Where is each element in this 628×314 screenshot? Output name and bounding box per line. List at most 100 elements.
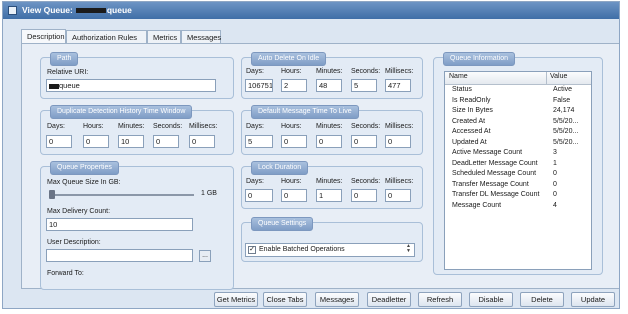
dup-seconds-field[interactable]: 0 (153, 135, 179, 148)
ttl-days-field[interactable]: 5 (245, 135, 273, 148)
column-header-value[interactable]: Value (550, 73, 567, 80)
info-value: Active (553, 86, 573, 93)
user-description-field[interactable] (46, 249, 193, 262)
max-delivery-count-field[interactable]: 10 (46, 218, 193, 231)
list-item[interactable]: Created At 5/5/20... (445, 117, 591, 128)
default-ttl-group: Default Message Time To Live Days: Hours… (241, 105, 423, 155)
auto-delete-millisecs-label: Millisecs: (385, 68, 414, 75)
auto-delete-days-field[interactable]: 10675199 (245, 79, 273, 92)
lock-millisecs-field[interactable]: 0 (385, 189, 411, 202)
max-queue-size-value: 1 GB (201, 190, 217, 197)
info-value: 0 (553, 180, 557, 188)
info-value: 5/5/20... (553, 138, 579, 146)
auto-delete-days-label: Days: (246, 68, 264, 75)
info-name: Size In Bytes (452, 107, 493, 114)
disable-button[interactable]: Disable (469, 292, 513, 307)
title-bar: View Queue: queue (3, 2, 619, 19)
dup-hours-label: Hours: (83, 123, 104, 130)
max-queue-size-slider-thumb[interactable] (49, 190, 55, 199)
queue-settings-legend: Queue Settings (251, 217, 314, 231)
max-queue-size-label: Max Queue Size In GB: (47, 179, 121, 186)
tab-metrics[interactable]: Metrics (147, 30, 181, 43)
dup-seconds-label: Seconds: (153, 123, 183, 130)
lock-hours-field[interactable]: 0 (281, 189, 307, 202)
auto-delete-minutes-label: Minutes: (316, 68, 343, 75)
auto-delete-seconds-label: Seconds: (351, 68, 381, 75)
queue-information-list[interactable]: Name Value Status Active Is ReadOnly False… (444, 71, 592, 270)
get-metrics-button[interactable]: Get Metrics (214, 292, 258, 307)
messages-button[interactable]: Messages (315, 292, 359, 307)
user-description-browse-button[interactable]: ... (199, 250, 211, 262)
info-name: Accessed At (452, 128, 491, 135)
deadletter-button[interactable]: Deadletter (367, 292, 411, 307)
dup-days-label: Days: (47, 123, 65, 130)
queue-window-icon (8, 6, 17, 15)
list-item[interactable]: Is ReadOnly False (445, 96, 591, 107)
update-button[interactable]: Update (571, 292, 615, 307)
duplicate-detection-group: Duplicate Detection History Time Window … (40, 105, 234, 155)
enable-batched-operations-label: Enable Batched Operations (259, 246, 345, 253)
window-title-suffix: queue (106, 5, 132, 15)
auto-delete-hours-field[interactable]: 2 (281, 79, 307, 92)
info-value: 1 (553, 159, 557, 167)
delete-button[interactable]: Delete (520, 292, 564, 307)
ttl-millisecs-field[interactable]: 0 (385, 135, 411, 148)
info-name: Scheduled Message Count (452, 170, 537, 177)
close-tabs-button[interactable]: Close Tabs (263, 292, 307, 307)
column-divider[interactable] (546, 72, 547, 84)
list-item[interactable]: Size In Bytes 24,174 (445, 106, 591, 117)
info-name: Updated At (452, 138, 487, 146)
list-item[interactable]: DeadLetter Message Count 1 (445, 159, 591, 170)
list-item[interactable]: Scheduled Message Count 0 (445, 169, 591, 180)
lock-days-label: Days: (246, 178, 264, 185)
refresh-button[interactable]: Refresh (418, 292, 462, 307)
ttl-hours-label: Hours: (281, 123, 302, 130)
auto-delete-minutes-field[interactable]: 48 (316, 79, 342, 92)
queue-information-group: Queue Information Name Value Status Activ… (433, 52, 603, 275)
info-name: Created At (452, 117, 486, 125)
queue-properties-group: Queue Properties Max Queue Size In GB: 1… (40, 161, 234, 290)
info-name: Active Message Count (452, 149, 523, 156)
info-value: False (553, 96, 571, 104)
tab-authorization-rules[interactable]: Authorization Rules (66, 30, 147, 43)
info-name: Message Count (452, 201, 502, 209)
auto-delete-hours-label: Hours: (281, 68, 302, 75)
max-queue-size-slider[interactable] (49, 194, 194, 196)
lock-duration-group: Lock Duration Days: Hours: Minutes: Seco… (241, 161, 423, 209)
list-item[interactable]: Status Active (445, 85, 591, 96)
dup-days-field[interactable]: 0 (46, 135, 72, 148)
auto-delete-millisecs-field[interactable]: 477 (385, 79, 411, 92)
relative-uri-field[interactable]: queue (46, 79, 216, 92)
list-item[interactable]: Message Count 4 (445, 201, 591, 212)
list-item[interactable]: Updated At 5/5/20... (445, 138, 591, 149)
dup-millisecs-label: Millisecs: (189, 123, 218, 130)
auto-delete-seconds-field[interactable]: 5 (351, 79, 377, 92)
path-group: Path Relative URI: queue (40, 52, 234, 99)
dup-hours-field[interactable]: 0 (83, 135, 109, 148)
list-item[interactable]: Transfer DL Message Count 0 (445, 190, 591, 201)
ttl-hours-field[interactable]: 0 (281, 135, 307, 148)
ttl-minutes-field[interactable]: 0 (316, 135, 342, 148)
dup-minutes-field[interactable]: 10 (118, 135, 144, 148)
window-title: View Queue: queue (22, 2, 132, 19)
default-ttl-legend: Default Message Time To Live (251, 105, 359, 119)
dup-millisecs-field[interactable]: 0 (189, 135, 215, 148)
max-delivery-count-label: Max Delivery Count: (47, 208, 111, 215)
tab-messages[interactable]: Messages (181, 30, 221, 43)
lock-minutes-field[interactable]: 1 (316, 189, 342, 202)
lock-duration-legend: Lock Duration (251, 161, 309, 175)
ttl-days-label: Days: (246, 123, 264, 130)
lock-seconds-field[interactable]: 0 (351, 189, 377, 202)
list-item[interactable]: Active Message Count 3 (445, 148, 591, 159)
list-item[interactable]: Transfer Message Count 0 (445, 180, 591, 191)
info-value: 5/5/20... (553, 128, 579, 135)
tab-description[interactable]: Description (21, 29, 66, 44)
lock-days-field[interactable]: 0 (245, 189, 273, 202)
info-value: 4 (553, 201, 557, 209)
forward-to-label: Forward To: (47, 270, 84, 277)
settings-scroll-down-icon[interactable]: ▼ (405, 249, 412, 258)
column-header-name[interactable]: Name (449, 73, 468, 80)
enable-batched-operations-checkbox[interactable]: ✓ (248, 246, 256, 254)
ttl-seconds-field[interactable]: 0 (351, 135, 377, 148)
list-item[interactable]: Accessed At 5/5/20... (445, 127, 591, 138)
